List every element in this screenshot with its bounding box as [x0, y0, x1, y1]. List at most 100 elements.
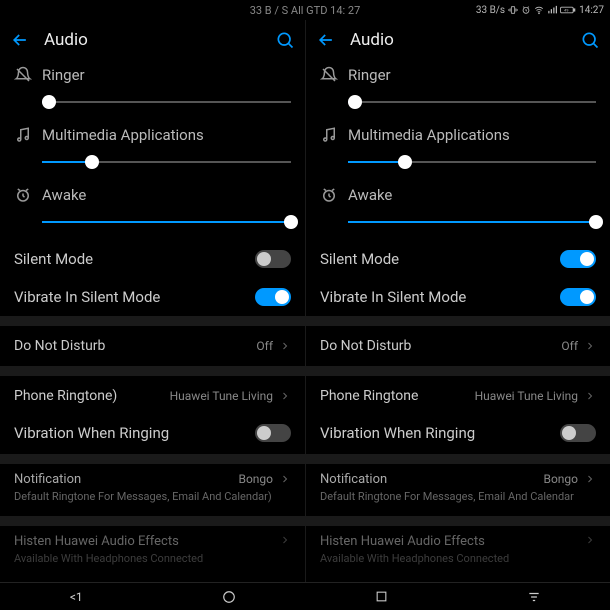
ringtone-label: Phone Ringtone) [14, 388, 170, 404]
separator [0, 366, 305, 376]
awake-label: Awake [42, 186, 86, 204]
alarm-clock-icon [320, 186, 338, 204]
vibrate-silent-row[interactable]: Vibrate In Silent Mode [306, 278, 610, 316]
ringer-slider[interactable] [42, 94, 291, 110]
chevron-right-icon [584, 340, 596, 352]
vibrate-silent-toggle[interactable] [255, 288, 291, 306]
ringtone-label: Phone Ringtone [320, 388, 475, 404]
notification-row[interactable]: Bongo Notification Default Ringtone For … [306, 464, 610, 516]
vibrate-silent-label: Vibrate In Silent Mode [14, 288, 255, 306]
search-icon[interactable] [580, 30, 600, 50]
audio-effects-row[interactable]: Histen Huawei Audio Effects Available Wi… [306, 526, 610, 578]
multimedia-slider[interactable] [348, 154, 596, 170]
chevron-right-icon [584, 534, 596, 546]
chevron-right-icon [584, 390, 596, 402]
awake-slider[interactable] [42, 214, 291, 230]
dnd-label: Do Not Disturb [14, 338, 256, 354]
notification-desc: Default Ringtone For Messages, Email And… [320, 490, 596, 504]
separator [306, 366, 610, 376]
signal-icon [547, 5, 557, 15]
vibrate-ringing-row[interactable]: Vibration When Ringing [0, 416, 305, 454]
chevron-right-icon [279, 473, 291, 485]
panel-right: Audio Ringer Multimedia Applications [305, 20, 610, 582]
separator [306, 454, 610, 464]
page-title: Audio [350, 30, 580, 50]
content-area: Audio Ringer Multimedia Applications [0, 20, 610, 582]
chevron-right-icon [584, 473, 596, 485]
bell-off-icon [14, 66, 32, 84]
music-note-icon [14, 126, 32, 144]
dnd-row[interactable]: Do Not Disturb Off [306, 326, 610, 366]
notification-desc: Default Ringtone For Messages, Email And… [14, 490, 291, 504]
vibrate-ringing-label: Vibration When Ringing [320, 424, 560, 442]
awake-label: Awake [348, 186, 392, 204]
ringtone-row[interactable]: Phone Ringtone Huawei Tune Living [306, 376, 610, 416]
separator [0, 516, 305, 526]
music-note-icon [320, 126, 338, 144]
multimedia-label: Multimedia Applications [348, 126, 510, 144]
status-right: 33 B/s 49 14:27 [476, 5, 604, 16]
vibrate-ringing-label: Vibration When Ringing [14, 424, 255, 442]
wifi-icon [534, 5, 544, 15]
header: Audio [0, 20, 305, 60]
silent-mode-row[interactable]: Silent Mode [306, 240, 610, 278]
notification-value: Bongo [238, 472, 273, 486]
back-arrow-icon[interactable] [10, 30, 30, 50]
back-arrow-icon[interactable] [316, 30, 336, 50]
ringtone-row[interactable]: Phone Ringtone) Huawei Tune Living [0, 376, 305, 416]
panel-left: Audio Ringer Multimedia Applications [0, 20, 305, 582]
alarm-icon [521, 5, 531, 15]
vibrate-ringing-row[interactable]: Vibration When Ringing [306, 416, 610, 454]
silent-mode-label: Silent Mode [320, 250, 560, 268]
nav-back-button[interactable]: <1 [67, 588, 85, 606]
separator [306, 516, 610, 526]
silent-mode-toggle[interactable] [560, 250, 596, 268]
multimedia-slider-row: Multimedia Applications [0, 120, 305, 180]
ringtone-value: Huawei Tune Living [170, 389, 273, 403]
awake-slider-row: Awake [306, 180, 610, 240]
page-title: Audio [44, 30, 275, 50]
ringer-label: Ringer [348, 66, 391, 84]
nav-notification-button[interactable] [525, 588, 543, 606]
ringer-slider-row: Ringer [306, 60, 610, 120]
silent-mode-label: Silent Mode [14, 250, 255, 268]
multimedia-slider-row: Multimedia Applications [306, 120, 610, 180]
svg-text:49: 49 [564, 8, 569, 13]
audio-effects-title: Histen Huawei Audio Effects [14, 534, 291, 549]
vibrate-silent-row[interactable]: Vibrate In Silent Mode [0, 278, 305, 316]
search-icon[interactable] [275, 30, 295, 50]
vibrate-silent-label: Vibrate In Silent Mode [320, 288, 560, 306]
ringer-slider[interactable] [348, 94, 596, 110]
vibrate-icon [508, 5, 518, 15]
chevron-right-icon [279, 390, 291, 402]
vibrate-ringing-toggle[interactable] [255, 424, 291, 442]
dnd-row[interactable]: Do Not Disturb Off [0, 326, 305, 366]
header: Audio [306, 20, 610, 60]
separator [306, 316, 610, 326]
status-bar: 33 B / S All GTD 14: 27 33 B/s 49 14:27 [0, 0, 610, 20]
notification-row[interactable]: Bongo Notification Default Ringtone For … [0, 464, 305, 516]
separator [0, 316, 305, 326]
silent-mode-toggle[interactable] [255, 250, 291, 268]
navigation-bar: <1 [0, 582, 610, 610]
nav-recent-button[interactable] [372, 588, 390, 606]
ringtone-value: Huawei Tune Living [475, 389, 578, 403]
status-center-text: 33 B / S All GTD 14: 27 [250, 4, 361, 17]
vibrate-ringing-toggle[interactable] [560, 424, 596, 442]
audio-effects-title: Histen Huawei Audio Effects [320, 534, 596, 549]
awake-slider-row: Awake [0, 180, 305, 240]
audio-effects-row[interactable]: Histen Huawei Audio Effects Available Wi… [0, 526, 305, 578]
dnd-label: Do Not Disturb [320, 338, 561, 354]
separator [0, 454, 305, 464]
silent-mode-row[interactable]: Silent Mode [0, 240, 305, 278]
ringer-label: Ringer [42, 66, 85, 84]
ringer-slider-row: Ringer [0, 60, 305, 120]
vibrate-silent-toggle[interactable] [560, 288, 596, 306]
notification-value: Bongo [543, 472, 578, 486]
nav-home-button[interactable] [220, 588, 238, 606]
bell-off-icon [320, 66, 338, 84]
multimedia-slider[interactable] [42, 154, 291, 170]
battery-icon: 49 [560, 5, 576, 15]
chevron-right-icon [279, 534, 291, 546]
awake-slider[interactable] [348, 214, 596, 230]
